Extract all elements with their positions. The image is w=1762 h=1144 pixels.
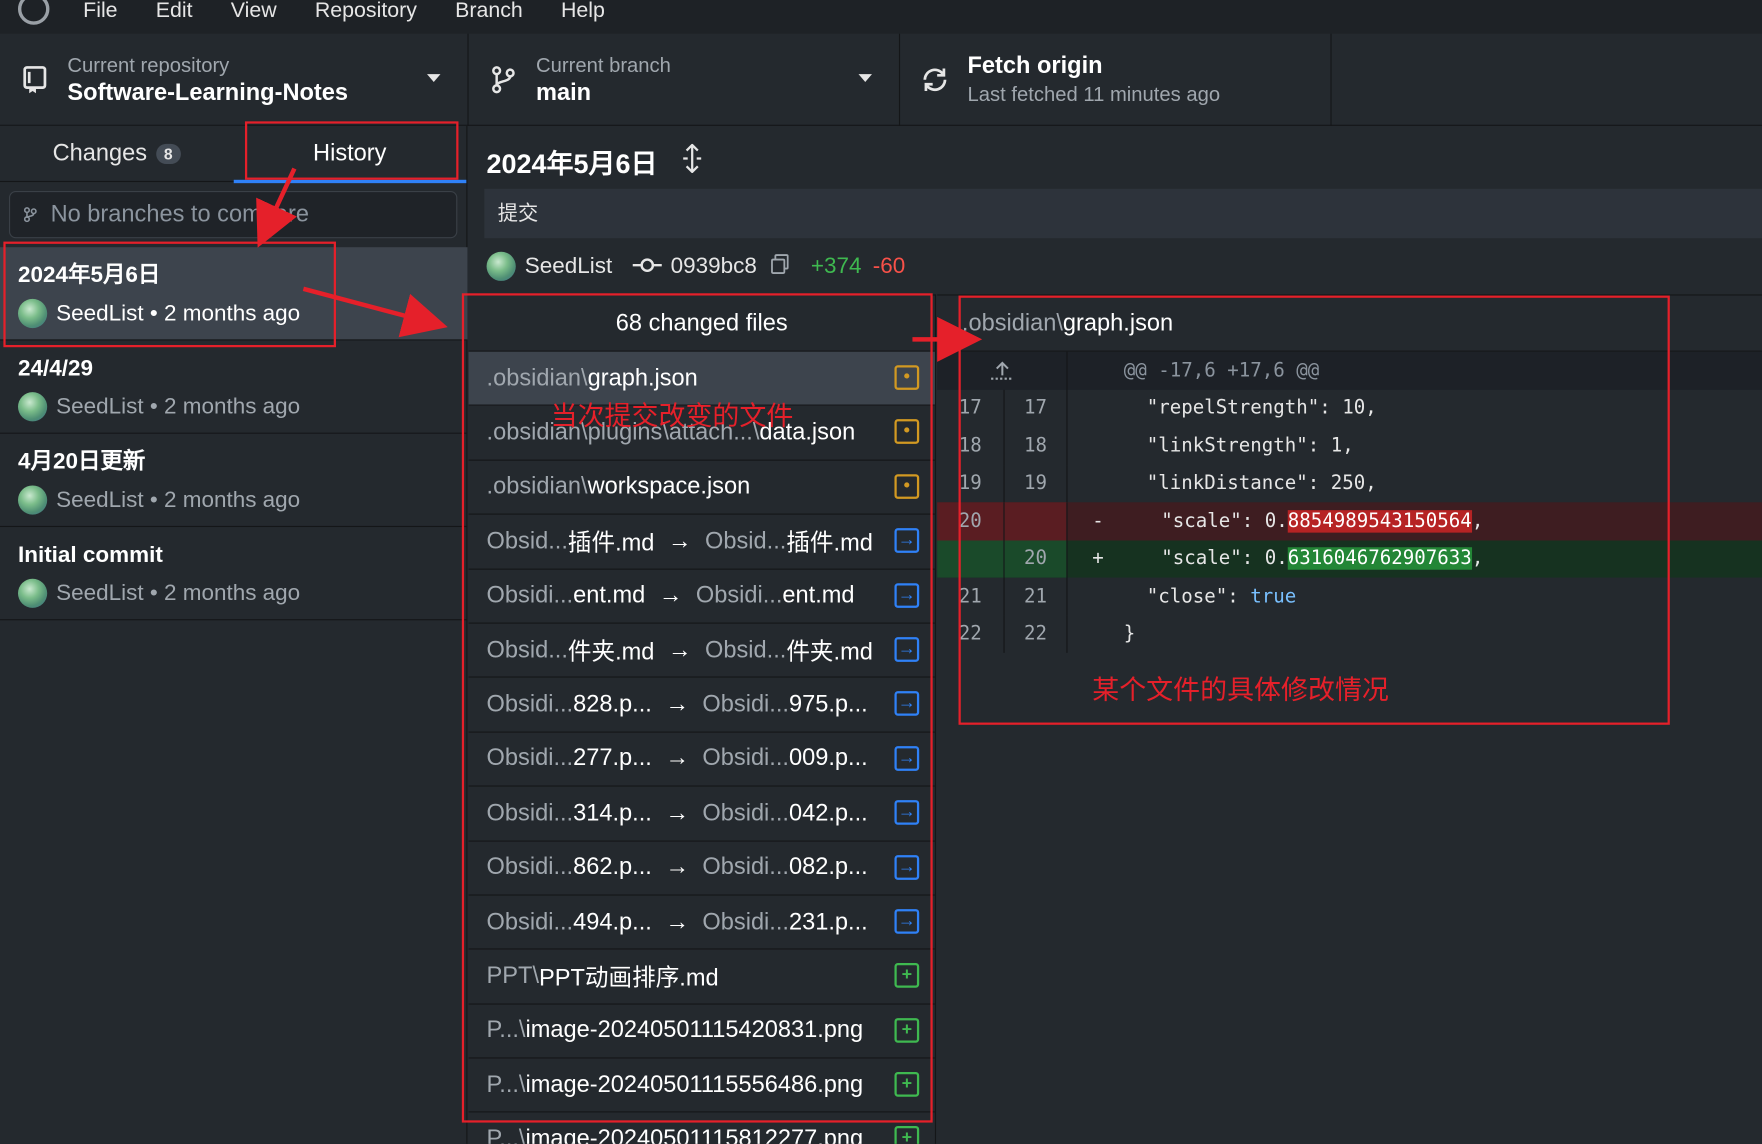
added-icon: +: [894, 1126, 920, 1144]
branch-icon: [23, 207, 40, 223]
repo-label: Current repository: [67, 53, 230, 77]
menu-edit[interactable]: Edit: [156, 0, 193, 24]
file-path: P...\: [486, 1126, 526, 1144]
avatar: [486, 251, 516, 281]
additions-count: +374: [810, 253, 862, 279]
menu-repository[interactable]: Repository: [315, 0, 417, 24]
commit-meta: SeedList • 2 months ago: [56, 487, 301, 512]
commit-sha: 0939bc8: [670, 253, 757, 279]
branch-icon: [489, 65, 518, 94]
avatar: [17, 578, 48, 608]
current-branch-button[interactable]: Current branch main: [469, 33, 901, 126]
annotation-diff-note: 某个文件的具体修改情况: [1092, 674, 1389, 706]
fetch-title: Fetch origin: [967, 52, 1103, 79]
commit-list-item[interactable]: Initial commit SeedList • 2 months ago: [0, 527, 468, 621]
deletions-count: -60: [872, 253, 906, 279]
tab-changes-label: Changes: [52, 140, 148, 167]
menu-view[interactable]: View: [231, 0, 277, 24]
annotation-box-diff: [958, 295, 1670, 725]
avatar: [17, 485, 48, 515]
toolbar: Current repository Software-Learning-Not…: [0, 33, 1762, 126]
commit-list-item[interactable]: 4月20日更新 SeedList • 2 months ago: [0, 434, 468, 528]
copy-icon[interactable]: [770, 253, 789, 279]
fetch-subtitle: Last fetched 11 minutes ago: [967, 83, 1221, 106]
changes-count-badge: 8: [156, 143, 181, 165]
tab-changes[interactable]: Changes 8: [0, 126, 233, 182]
branch-label: Current branch: [536, 53, 671, 77]
commit-icon: [632, 255, 662, 279]
annotation-box-commit: [3, 241, 336, 348]
menu-file[interactable]: File: [83, 0, 117, 24]
branch-compare-placeholder: No branches to compare: [50, 201, 309, 227]
menu-bar: File Edit View Repository Branch Help: [0, 0, 1762, 34]
commit-title: 4月20日更新: [17, 449, 146, 475]
menu-branch[interactable]: Branch: [455, 0, 523, 24]
branch-name: main: [536, 79, 592, 106]
sync-icon: [920, 65, 949, 94]
chevron-down-icon: [858, 74, 872, 83]
repo-name: Software-Learning-Notes: [67, 79, 349, 106]
commit-summary: 2024年5月6日: [487, 142, 705, 181]
expand-icon[interactable]: [680, 142, 705, 179]
fetch-origin-button[interactable]: Fetch origin Last fetched 11 minutes ago: [900, 33, 1332, 126]
chevron-down-icon: [427, 74, 441, 83]
avatar: [17, 392, 48, 422]
commit-summary-title: 2024年5月6日: [486, 149, 658, 180]
commit-meta: SeedList • 2 months ago: [56, 580, 301, 606]
annotation-files-note: 当次提交改变的文件: [550, 400, 794, 432]
commit-title: Initial commit: [17, 542, 163, 568]
commit-meta: SeedList • 2 months ago: [56, 393, 301, 419]
file-name: image-20240501115812277.png: [525, 1126, 864, 1144]
repo-icon: [20, 65, 49, 94]
current-repository-button[interactable]: Current repository Software-Learning-Not…: [0, 33, 469, 126]
commit-author: SeedList: [524, 253, 613, 279]
commit-list-item[interactable]: 24/4/29 SeedList • 2 months ago: [0, 340, 468, 434]
annotation-box-history: [244, 121, 459, 180]
github-logo-icon: [17, 0, 50, 25]
commit-title: 24/4/29: [17, 356, 93, 381]
commit-meta-bar: SeedList 0939bc8 +374 -60: [486, 251, 906, 281]
commit-description: 提交: [484, 188, 1762, 239]
menu-help[interactable]: Help: [561, 0, 605, 24]
branch-compare-input[interactable]: No branches to compare: [8, 191, 458, 239]
